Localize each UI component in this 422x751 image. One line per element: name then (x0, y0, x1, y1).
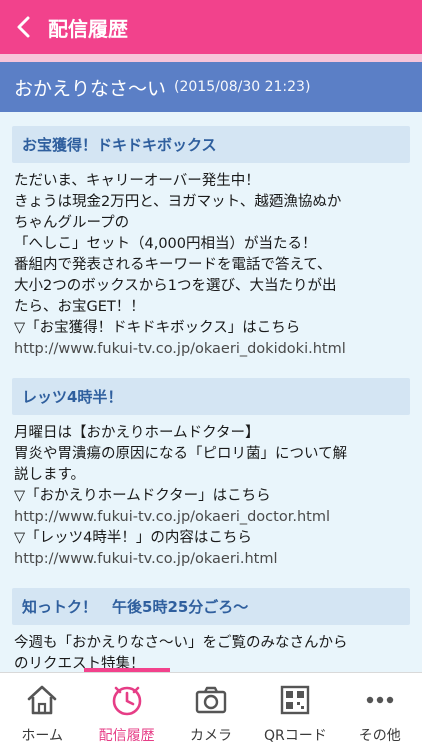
tab-label: 配信履歴 (98, 728, 155, 744)
app-header: 配信履歴 (0, 0, 422, 54)
section-body: 今週も「おかえりなさ〜い」をご覧のみなさんから のリクエスト特集！ (12, 625, 410, 672)
tab-home[interactable]: ホーム (0, 673, 84, 745)
body-line: きょうは現金2万円と、ヨガマット、越廼漁協ぬか (14, 194, 342, 210)
body-line: ▽「レッツ4時半！」の内容はこちら (14, 530, 252, 546)
body-line: 月曜日は【おかえりホームドクター】 (14, 425, 260, 441)
section-body: ただいま、キャリーオーバー発生中！ きょうは現金2万円と、ヨガマット、越廼漁協ぬ… (12, 163, 410, 364)
tab-label: QRコード (263, 728, 327, 744)
section-body: 月曜日は【おかえりホームドクター】 胃炎や胃潰瘍の原因になる「ピロリ菌」について… (12, 415, 410, 574)
body-line: 今週も「おかえりなさ〜い」をご覧のみなさんから (14, 635, 348, 651)
section-lets430: レッツ4時半！ 月曜日は【おかえりホームドクター】 胃炎や胃潰瘍の原因になる「ピ… (12, 378, 410, 574)
tab-bar: ホーム 配信履歴 カメラ QRコード その他 (0, 672, 422, 751)
qr-code-icon (281, 685, 310, 715)
tab-camera[interactable]: カメラ (169, 673, 253, 745)
body-line: たら、お宝GET！！ (14, 299, 145, 315)
okaeri-link[interactable]: http://www.fukui-tv.co.jp/okaeri.html (14, 549, 408, 570)
body-line: ▽「おかえりホームドクター」はこちら (14, 488, 271, 504)
body-line: ちゃんグループの (14, 215, 130, 231)
camera-icon (195, 686, 227, 714)
page-title: 配信履歴 (48, 16, 128, 41)
back-button[interactable] (0, 0, 48, 54)
body-line: のリクエスト特集！ (14, 656, 145, 672)
body-line: ▽「お宝獲得！ドキドキボックス」はこちら (14, 320, 301, 336)
clock-icon (112, 686, 141, 716)
message-content[interactable]: お宝獲得！ドキドキボックス ただいま、キャリーオーバー発生中！ きょうは現金2万… (0, 112, 422, 672)
dokidoki-link[interactable]: http://www.fukui-tv.co.jp/okaeri_dokidok… (14, 339, 408, 360)
body-line: 説します。 (14, 467, 86, 483)
header-divider (0, 54, 422, 62)
banner-title: おかえりなさ〜い (14, 77, 167, 100)
more-icon (366, 696, 393, 704)
tab-qrcode[interactable]: QRコード (253, 673, 337, 745)
section-heading: 知っトク！ 午後5時25分ごろ〜 (12, 588, 410, 625)
tab-more[interactable]: その他 (338, 673, 422, 745)
tab-label: ホーム (21, 728, 63, 744)
tab-label: その他 (358, 728, 401, 744)
section-shittoku: 知っトク！ 午後5時25分ごろ〜 今週も「おかえりなさ〜い」をご覧のみなさんから… (12, 588, 410, 672)
body-line: ただいま、キャリーオーバー発生中！ (14, 173, 260, 189)
banner-date: (2015/08/30 21:23) (174, 79, 311, 95)
section-dokidoki: お宝獲得！ドキドキボックス ただいま、キャリーオーバー発生中！ きょうは現金2万… (12, 126, 410, 364)
message-banner: おかえりなさ〜い (2015/08/30 21:23) (0, 62, 422, 112)
chevron-left-icon (17, 16, 30, 38)
body-line: 番組内で発表されるキーワードを電話で答えて、 (14, 257, 332, 273)
tab-label: カメラ (189, 728, 232, 744)
body-line: 胃炎や胃潰瘍の原因になる「ピロリ菌」について解 (14, 446, 348, 462)
doctor-link[interactable]: http://www.fukui-tv.co.jp/okaeri_doctor.… (14, 507, 408, 528)
section-heading: レッツ4時半！ (12, 378, 410, 415)
home-icon (27, 685, 57, 715)
tab-history[interactable]: 配信履歴 (85, 673, 169, 745)
body-line: 「へしこ」セット（4,000円相当）が当たる！ (14, 236, 317, 252)
section-heading: お宝獲得！ドキドキボックス (12, 126, 410, 163)
body-line: 大小2つのボックスから1つを選び、大当たりが出 (14, 278, 337, 294)
